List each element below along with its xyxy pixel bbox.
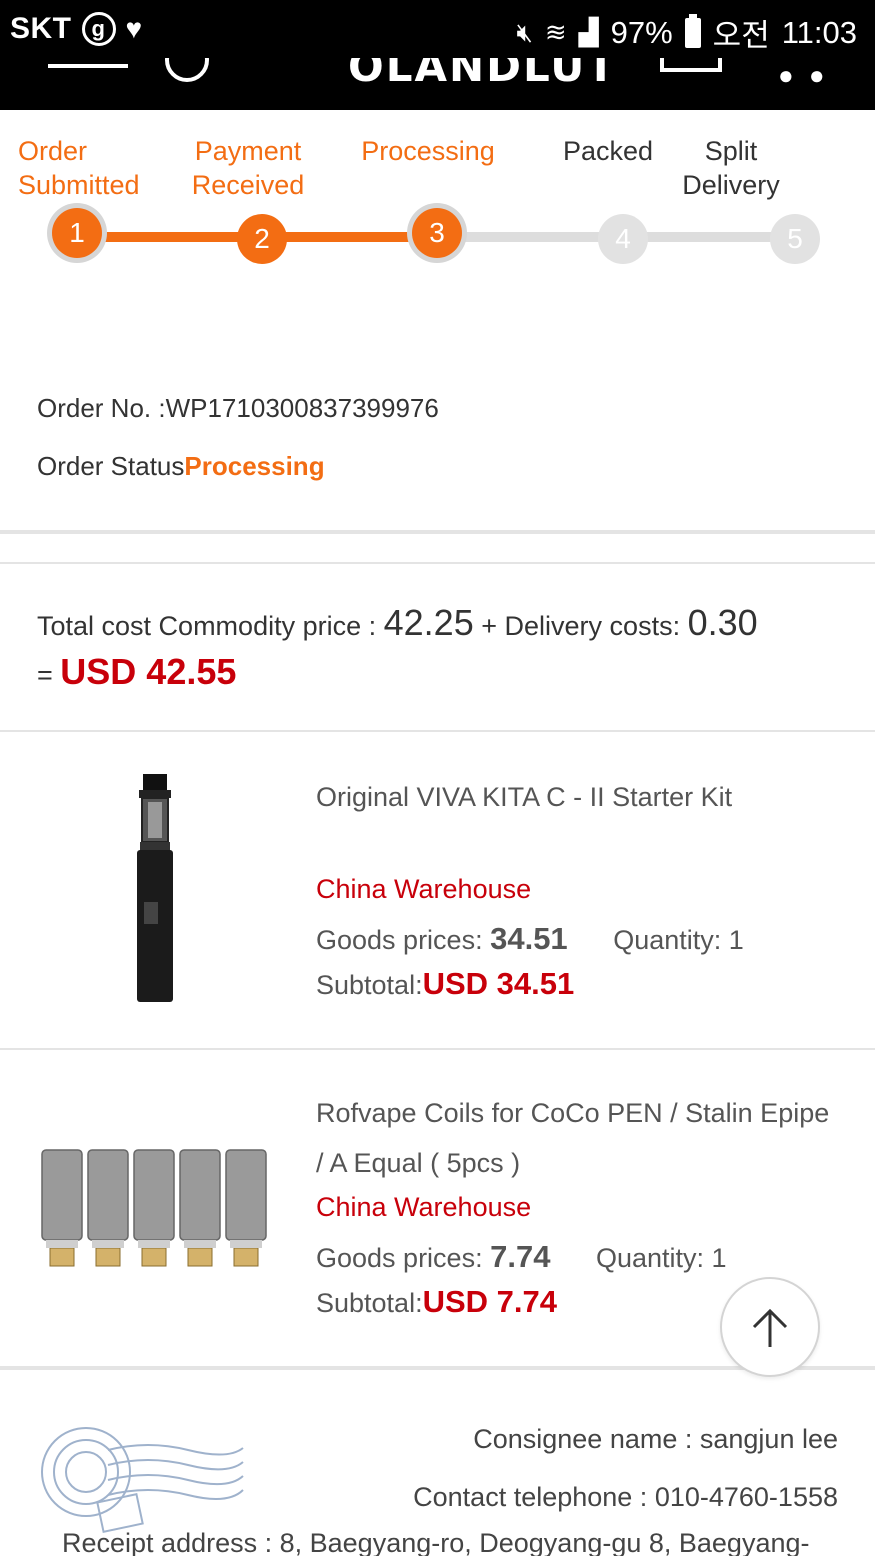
order-progress: Order Submitted Payment Received Process… [0,110,875,280]
grand-total: USD 42.55 [60,651,237,692]
step-label-line: Submitted [18,170,140,200]
order-number: WP1710300837399976 [165,393,439,423]
order-item[interactable]: Original VIVA KITA C - II Starter Kit Ch… [0,732,875,1048]
step-label-order-submitted: Order Submitted [18,134,152,202]
time-prefix: 오전 [712,18,770,54]
step-label-line: Split [704,136,758,166]
carrier-name: SKT [10,12,72,45]
vape-pen-icon[interactable] [36,772,276,1012]
step-label-split-delivery: Split Delivery [676,134,786,202]
status-bar: SKT g ♥ 🔇︎ ≋ ▟ 97% 오전 11:03 [0,0,875,58]
step-label-line: Delivery [682,170,780,200]
subtotal-label: Subtotal: [316,970,423,1000]
quantity: Quantity: 1 [613,918,744,962]
step-label-payment-received: Payment Received [186,134,310,202]
plus-sign: + [481,611,498,641]
step-node-5: 5 [770,214,820,264]
goods-price-label: Goods prices: [316,925,483,955]
clock: 11:03 [781,14,857,50]
receipt-address-label: Receipt address : [62,1528,273,1556]
quantity: Quantity: 1 [596,1236,727,1280]
item-info: Original VIVA KITA C - II Starter Kit Ch… [316,772,836,1007]
subtotal-value: USD 7.74 [422,1284,557,1319]
goods-price-label: Goods prices: [316,1243,483,1273]
battery-percent: 97% [610,14,673,50]
step-label-processing: Processing [352,134,504,168]
mute-icon: 🔇︎ [516,16,533,47]
quantity-label: Quantity: [595,1243,705,1273]
step-label-packed: Packed [556,134,660,168]
equals-sign: = [37,660,53,690]
step-node-2: 2 [237,214,287,264]
receipt-address: 8, Baegyang-ro, Deogyang-gu 8, Baegyang- [279,1528,810,1556]
carrier-badge-icon: g [81,12,116,46]
step-label-line: Payment [194,136,302,166]
subtotal-label: Subtotal: [316,1288,423,1318]
menu-icon[interactable] [48,58,128,72]
step-label-line: Order [18,136,88,166]
step-node-1: 1 [52,208,102,258]
consignee-name-label: Consignee name : [473,1424,693,1454]
contact-phone-label: Contact telephone : [413,1482,648,1512]
item-prices: Goods prices: 34.51 Quantity: 1 Subtotal… [316,917,836,1007]
battery-icon [684,13,701,48]
section-divider [0,530,875,534]
step-node-4: 4 [598,214,648,264]
item-warehouse: China Warehouse [316,1192,532,1222]
order-status-label: Order Status [37,451,185,481]
wifi-icon: ≋ [544,17,567,47]
goods-price-value: 7.74 [490,1239,551,1274]
contact-phone: 010-4760-1558 [654,1482,838,1512]
commodity-price: 42.25 [383,602,474,643]
subtotal-row: Subtotal:USD 34.51 [316,962,836,1007]
more-icon[interactable]: ● ● [778,60,829,91]
total-label: Total cost Commodity price : [37,611,377,641]
step-label-line: Processing [361,136,495,166]
arrow-up-icon [752,1308,788,1347]
total-cost: Total cost Commodity price : 42.25 + Del… [37,600,847,698]
order-status-value: Processing [184,451,325,481]
delivery-label: Delivery costs: [504,611,681,641]
item-warehouse: China Warehouse [316,874,532,904]
goods-price-value: 34.51 [490,921,568,956]
heart-icon: ♥ [125,13,143,44]
section-divider [0,562,875,564]
item-title[interactable]: Original VIVA KITA C - II Starter Kit [316,772,836,822]
back-to-top-button[interactable] [720,1277,820,1377]
step-label-line: Packed [562,136,654,166]
app-header: OLANDLUT ● ● [0,58,875,110]
delivery-cost: 0.30 [687,602,758,643]
signal-icon: ▟ [578,17,599,47]
goods-price-row: Goods prices: 7.74 Quantity: 1 [316,1235,836,1280]
order-info: Order No. :WP1710300837399976 Order Stat… [37,388,439,504]
consignee-info: Consignee name : sangjun lee Contact tel… [413,1410,838,1526]
search-icon[interactable] [165,58,209,82]
step-label-line: Received [191,170,305,200]
subtotal-value: USD 34.51 [422,966,575,1001]
quantity-label: Quantity: [613,925,722,955]
quantity-value: 1 [711,1243,727,1273]
cart-icon[interactable] [660,58,722,72]
status-right: 🔇︎ ≋ ▟ 97% 오전 11:03 [516,10,857,55]
brand-logo[interactable]: OLANDLUT [348,58,617,91]
status-left: SKT g ♥ [10,12,143,46]
consignee-name: sangjun lee [699,1424,838,1454]
order-number-label: Order No. : [37,393,166,423]
quantity-value: 1 [728,925,744,955]
step-node-3: 3 [412,208,462,258]
item-title[interactable]: Rofvape Coils for CoCo PEN / Stalin Epip… [316,1088,836,1188]
receipt-address-row: Receipt address : 8, Baegyang-ro, Deogya… [62,1528,810,1556]
goods-price-row: Goods prices: 34.51 Quantity: 1 [316,917,836,962]
order-number-row: Order No. :WP1710300837399976 [37,388,439,446]
postmark-stamp-icon [38,1410,248,1540]
consignee-name-row: Consignee name : sangjun lee [413,1410,838,1468]
order-status-row: Order StatusProcessing [37,446,439,504]
coil-set-icon[interactable] [36,1130,276,1290]
contact-phone-row: Contact telephone : 010-4760-1558 [413,1468,838,1526]
